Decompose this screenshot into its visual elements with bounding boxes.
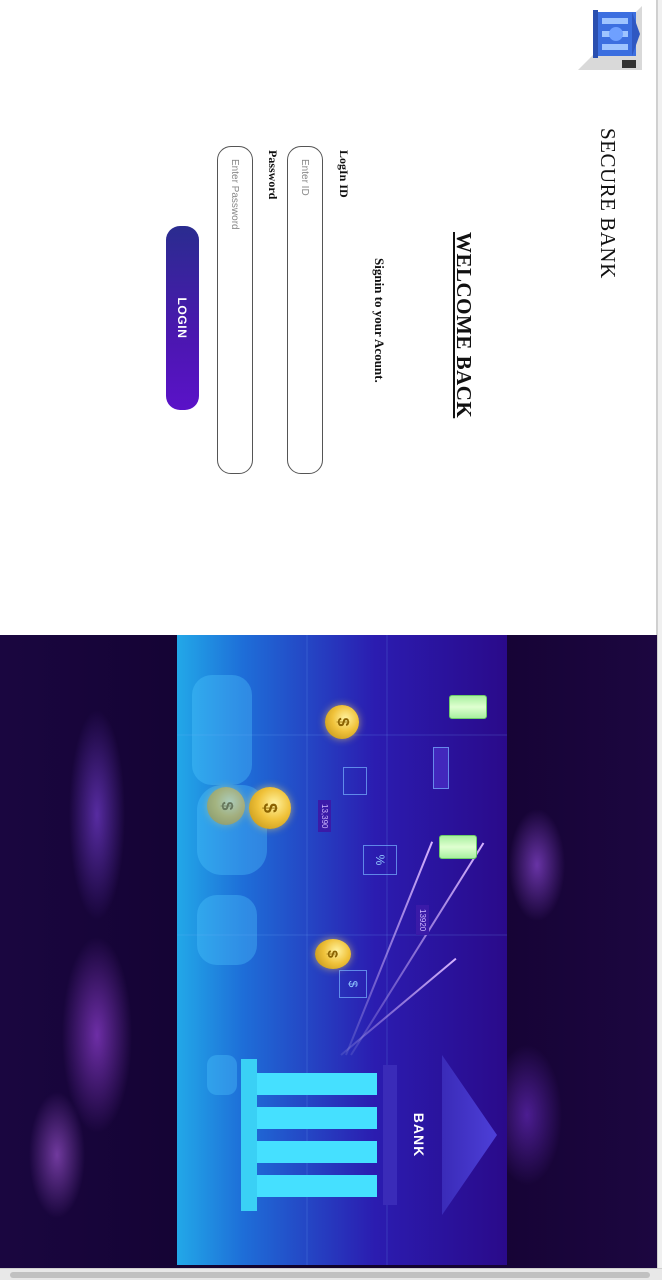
login-panel: SECURE BANK WELCOME BACK Signin to your … [0, 0, 657, 635]
welcome-heading: WELCOME BACK [452, 232, 476, 419]
coin-icon: $ [249, 787, 291, 829]
coin-icon: $ [325, 705, 359, 739]
coin-icon: $ [207, 787, 245, 825]
cash-bill-icon [449, 695, 487, 719]
percent-tile: % [363, 845, 397, 875]
bar-tile [433, 747, 449, 789]
dollar-tile: $ [339, 970, 367, 998]
signin-subtitle: Signin to your Acount. [372, 258, 387, 383]
cash-bill-icon [439, 835, 477, 859]
scrollbar-thumb[interactable] [10, 1272, 650, 1278]
bank-logo[interactable] [578, 6, 642, 70]
amount-badge: 13,390 [318, 800, 331, 833]
amount-badge: 13920 [416, 905, 429, 936]
card-tile [343, 767, 367, 795]
brand-title: SECURE BANK [596, 128, 620, 279]
login-id-input[interactable] [287, 146, 323, 474]
bank-building-icon [578, 6, 642, 70]
horizontal-scrollbar[interactable] [0, 1268, 662, 1280]
login-id-label: LogIn ID [337, 150, 351, 198]
bank-roof [442, 1055, 497, 1215]
password-label: Password [266, 150, 280, 200]
page-canvas: SECURE BANK WELCOME BACK Signin to your … [0, 0, 657, 1270]
password-input[interactable] [217, 146, 253, 474]
hero-illustration: $ $ $ $ % $ 13,390 13920 BANK [0, 635, 657, 1270]
page-edge [657, 0, 662, 1268]
screen: SECURE BANK WELCOME BACK Signin to your … [0, 0, 662, 1280]
login-button[interactable]: LOGIN [166, 226, 199, 410]
bank-building-graphic: BANK [241, 1055, 497, 1215]
coin-icon: $ [315, 939, 351, 969]
bank-illustration-card: $ $ $ $ % $ 13,390 13920 BANK [177, 635, 507, 1265]
bank-columns [241, 1059, 397, 1211]
